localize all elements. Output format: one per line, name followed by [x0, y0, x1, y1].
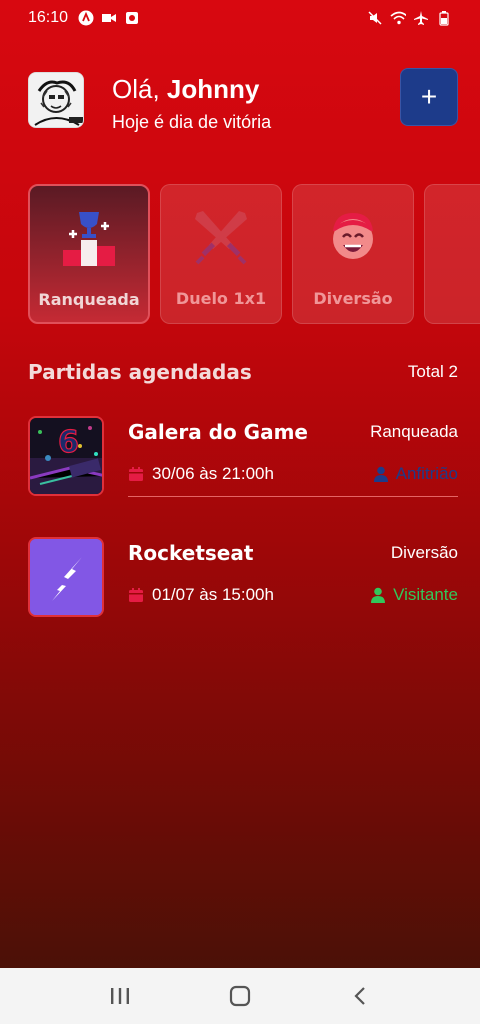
status-time: 16:10 [28, 9, 69, 26]
match-thumbnail: 6 [28, 416, 104, 496]
section-title: Partidas agendadas [28, 360, 252, 384]
category-list: Ranqueada Duelo 1x1 Diversão Tr [28, 184, 480, 326]
category-ranqueada[interactable]: Ranqueada [28, 184, 150, 324]
home-icon [229, 985, 251, 1007]
category-label: Duelo 1x1 [175, 289, 267, 308]
calendar-icon [129, 467, 143, 481]
rocket-icon [30, 539, 102, 615]
category-duelo[interactable]: Duelo 1x1 [160, 184, 282, 324]
category-diversao[interactable]: Diversão [292, 184, 414, 324]
user-name: Johnny [166, 74, 260, 104]
smiley-icon [333, 213, 373, 259]
header: Olá, Johnny Hoje é dia de vitória + [28, 68, 458, 132]
status-bar: 16:10 [0, 0, 480, 36]
section-header: Partidas agendadas Total 2 [28, 360, 458, 384]
match-type: Ranqueada [370, 422, 458, 441]
match-role-text: Visitante [393, 585, 458, 604]
airplane-icon [413, 10, 429, 26]
match-name: Galera do Game [128, 420, 308, 444]
match-date: 30/06 às 21:00h [128, 464, 274, 484]
crossed-swords-icon [195, 211, 247, 265]
match-item[interactable]: Rocketseat Diversão 01/07 às 15:00h Visi… [28, 537, 458, 619]
add-match-button[interactable]: + [400, 68, 458, 126]
back-button[interactable] [340, 976, 380, 1016]
plus-icon: + [420, 81, 438, 112]
match-role-text: Anfitrião [395, 464, 458, 483]
podium-trophy-icon [63, 212, 115, 266]
video-icon [101, 10, 117, 26]
avatar[interactable] [28, 72, 84, 128]
recent-apps-button[interactable] [100, 976, 140, 1016]
greeting-prefix: Olá, [112, 74, 167, 104]
wifi-icon [390, 10, 406, 26]
match-thumbnail [28, 537, 104, 617]
match-item[interactable]: 6 Galera do Game Ranqueada 30/06 às 21:0… [28, 416, 458, 498]
match-date: 01/07 às 15:00h [128, 585, 274, 605]
battery-icon [436, 10, 452, 26]
section-total: Total 2 [407, 362, 458, 381]
divider [128, 496, 458, 497]
photo-icon [124, 10, 140, 26]
mute-icon [367, 10, 383, 26]
match-date-text: 01/07 às 15:00h [152, 585, 274, 604]
category-label: Diversão [313, 289, 393, 308]
match-name: Rocketseat [128, 541, 254, 565]
greeting: Olá, Johnny [112, 74, 259, 105]
category-partial[interactable]: Tr [424, 184, 480, 324]
calendar-icon [129, 588, 143, 602]
system-nav-bar [0, 968, 480, 1024]
match-date-text: 30/06 às 21:00h [152, 464, 274, 483]
match-role: Anfitrião [373, 464, 458, 484]
category-label: Ranqueada [38, 290, 140, 309]
match-type: Diversão [390, 543, 458, 562]
recent-apps-icon [111, 988, 129, 1004]
svg-text:6: 6 [58, 425, 79, 460]
match-role: Visitante [371, 585, 458, 605]
person-icon [373, 466, 388, 482]
subtitle: Hoje é dia de vitória [112, 112, 272, 132]
app-icon [78, 10, 94, 26]
back-icon [354, 987, 365, 1005]
person-icon [371, 587, 386, 603]
home-button[interactable] [220, 976, 260, 1016]
